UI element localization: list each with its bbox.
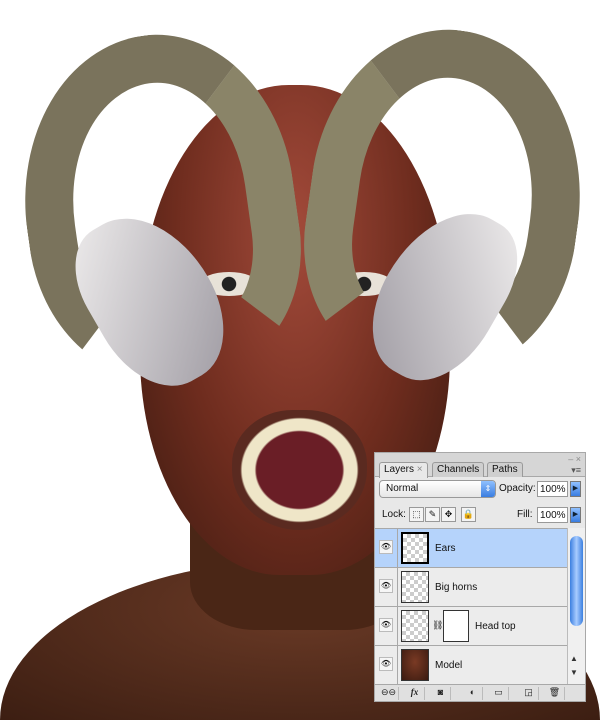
mask-link-icon[interactable]: ⛓ <box>432 620 443 631</box>
mouth <box>232 410 367 530</box>
layer-thumbnail <box>401 532 429 564</box>
opacity-label: Opacity: <box>499 483 536 494</box>
add-mask-icon[interactable]: ◙ <box>431 687 451 700</box>
opacity-input[interactable]: 100% <box>537 481 568 497</box>
panel-menu-icon[interactable]: ▾≡ <box>571 465 581 476</box>
scrollbar-thumb[interactable] <box>570 536 583 626</box>
new-group-icon[interactable]: ▭ <box>489 687 509 700</box>
blend-mode-select[interactable]: Normal ⇕ <box>379 480 496 498</box>
delete-layer-icon[interactable]: 🗑 <box>545 687 565 700</box>
lock-label: Lock: <box>382 509 406 520</box>
panel-tabs: Layers × Channels Paths – × ▾≡ <box>375 453 585 478</box>
layer-name: Head top <box>475 621 516 632</box>
scroll-up-icon[interactable]: ▲ <box>570 654 578 663</box>
scroll-down-icon[interactable]: ▼ <box>570 668 578 677</box>
layer-thumbnail <box>401 649 429 681</box>
layer-name: Model <box>435 660 463 671</box>
layer-mask-thumbnail[interactable] <box>443 610 469 642</box>
layer-name: Big horns <box>435 582 478 593</box>
tab-channels[interactable]: Channels <box>432 462 485 477</box>
layer-row-model[interactable]: 👁 Model <box>375 646 567 685</box>
fill-input[interactable]: 100% <box>537 507 568 523</box>
visibility-eye-icon[interactable]: 👁 <box>379 618 393 632</box>
new-layer-icon[interactable]: ◲ <box>519 687 539 700</box>
lock-image-icon[interactable]: ✎ <box>425 507 440 522</box>
select-arrows-icon: ⇕ <box>481 481 495 497</box>
visibility-eye-icon[interactable]: 👁 <box>379 657 393 671</box>
tab-layers[interactable]: Layers × <box>379 462 428 478</box>
opacity-slider-button[interactable]: ▶ <box>570 481 581 497</box>
fill-slider-button[interactable]: ▶ <box>570 507 581 523</box>
panel-bottom-bar: ⊖⊖ fx ◙ ◐ ▭ ◲ 🗑 <box>375 684 585 701</box>
visibility-eye-icon[interactable]: 👁 <box>379 540 393 554</box>
layer-thumbnail <box>401 610 429 642</box>
fill-label: Fill: <box>517 509 533 520</box>
layer-row-head-top[interactable]: 👁 ⛓ Head top <box>375 607 567 646</box>
layers-scrollbar[interactable]: ▲ ▼ <box>567 528 585 684</box>
visibility-eye-icon[interactable]: 👁 <box>379 579 393 593</box>
lock-all-icon[interactable]: 🔒 <box>461 507 476 522</box>
layers-list: 👁 Ears 👁 Big horns 👁 ⛓ Head top 👁 Model <box>375 528 567 685</box>
layers-panel: Layers × Channels Paths – × ▾≡ Normal ⇕ O… <box>374 452 586 702</box>
adjustment-layer-icon[interactable]: ◐ <box>463 687 483 700</box>
layer-row-big-horns[interactable]: 👁 Big horns <box>375 568 567 607</box>
window-controls[interactable]: – × <box>568 454 581 464</box>
lock-transparency-icon[interactable]: ⬚ <box>409 507 424 522</box>
close-tab-icon[interactable]: × <box>417 464 423 475</box>
layer-name: Ears <box>435 543 456 554</box>
layer-row-ears[interactable]: 👁 Ears <box>375 529 567 568</box>
fx-button[interactable]: fx <box>405 687 425 700</box>
link-layers-icon[interactable]: ⊖⊖ <box>379 687 399 700</box>
layer-thumbnail <box>401 571 429 603</box>
lock-position-icon[interactable]: ✥ <box>441 507 456 522</box>
tab-paths[interactable]: Paths <box>487 462 523 477</box>
